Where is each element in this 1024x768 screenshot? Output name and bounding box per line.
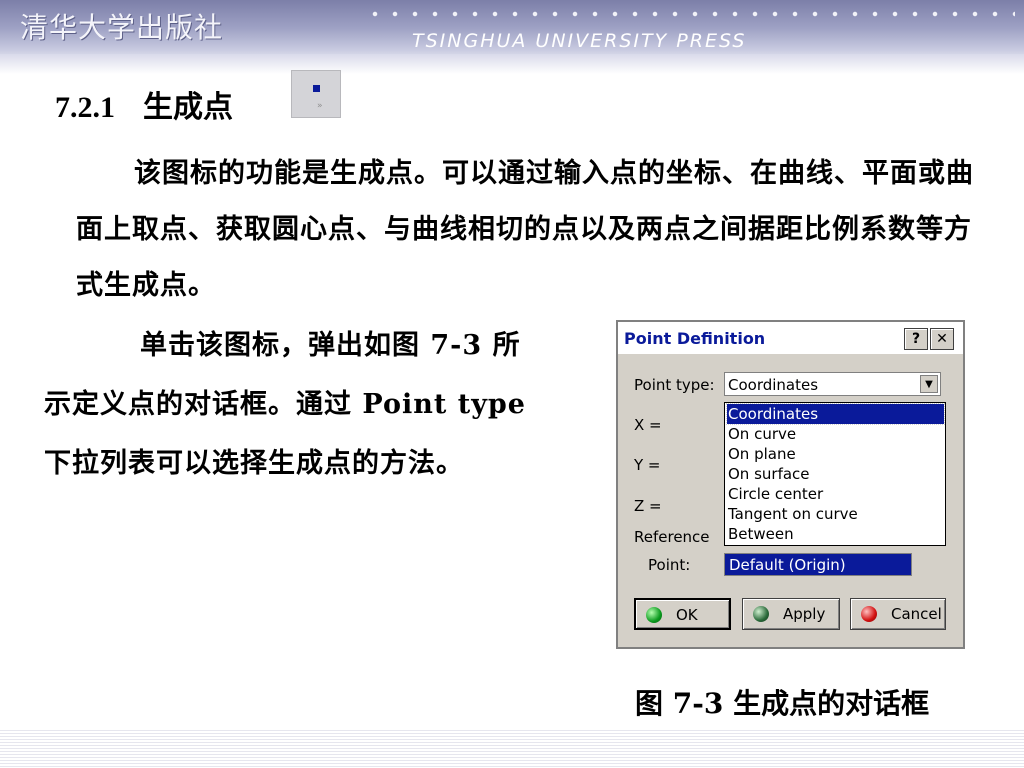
point-type-value: Coordinates bbox=[728, 376, 819, 394]
close-button[interactable]: ✕ bbox=[930, 328, 954, 350]
apply-button[interactable]: Apply bbox=[742, 598, 840, 630]
description-paragraph: 该图标的功能是生成点。可以通过输入点的坐标、在曲线、平面或曲面上取点、获取圆心点… bbox=[76, 158, 974, 301]
dialog-titlebar[interactable]: Point Definition ? ✕ bbox=[618, 322, 963, 354]
option-coordinates[interactable]: Coordinates bbox=[726, 403, 945, 425]
apply-status-icon bbox=[753, 606, 769, 622]
reference-label: Reference bbox=[634, 528, 710, 546]
footer-decoration bbox=[0, 730, 1024, 768]
x-label: X = bbox=[634, 416, 662, 434]
ok-button[interactable]: OK bbox=[634, 598, 731, 630]
reference-point-value: Default (Origin) bbox=[729, 556, 846, 574]
section-number: 7.2.1 bbox=[55, 91, 115, 124]
help-button[interactable]: ? bbox=[904, 328, 928, 350]
point-label: Point: bbox=[648, 556, 691, 574]
point-type-dropdown-list: Coordinates On curve On plane On surface… bbox=[724, 402, 946, 546]
option-circle-center[interactable]: Circle center bbox=[727, 484, 944, 504]
apply-label: Apply bbox=[783, 605, 826, 623]
instruction-line-1: 单击该图标，弹出如图 7-3 所 bbox=[140, 330, 521, 361]
option-between[interactable]: Between bbox=[727, 524, 944, 544]
option-on-plane[interactable]: On plane bbox=[727, 444, 944, 464]
option-tangent-on-curve[interactable]: Tangent on curve bbox=[727, 504, 944, 524]
instruction-line-2: 示定义点的对话框。通过 Point type bbox=[44, 389, 526, 420]
point-type-label: Point type: bbox=[634, 376, 715, 394]
cancel-button[interactable]: Cancel bbox=[850, 598, 946, 630]
instruction-line-3: 下拉列表可以选择生成点的方法。 bbox=[44, 448, 464, 479]
ok-label: OK bbox=[676, 606, 698, 624]
point-definition-dialog: Point Definition ? ✕ Point type: Coordin… bbox=[616, 320, 965, 649]
option-on-surface[interactable]: On surface bbox=[727, 464, 944, 484]
point-type-select[interactable]: Coordinates ▼ bbox=[724, 372, 941, 396]
cancel-status-icon bbox=[861, 606, 877, 622]
cancel-label: Cancel bbox=[891, 605, 942, 623]
dialog-title: Point Definition bbox=[624, 329, 766, 348]
z-label: Z = bbox=[634, 497, 662, 515]
section-title: 7.2.1 生成点 bbox=[55, 82, 233, 126]
figure-caption: 图 7-3 生成点的对话框 bbox=[635, 687, 930, 720]
chevron-down-icon[interactable]: ▼ bbox=[920, 375, 938, 393]
option-on-curve[interactable]: On curve bbox=[727, 424, 944, 444]
publisher-name-cn: 清华大学出版社 bbox=[20, 11, 224, 44]
header-banner: 清华大学出版社 TSINGHUA UNIVERSITY PRESS bbox=[0, 0, 1024, 74]
publisher-name-en: TSINGHUA UNIVERSITY PRESS bbox=[412, 30, 747, 52]
y-label: Y = bbox=[634, 456, 661, 474]
ok-status-icon bbox=[646, 607, 662, 623]
decorative-dots bbox=[365, 10, 1015, 18]
section-heading: 生成点 bbox=[143, 90, 233, 125]
point-icon: » bbox=[291, 70, 341, 118]
instruction-paragraph: 单击该图标，弹出如图 7-3 所 示定义点的对话框。通过 Point type … bbox=[44, 316, 584, 493]
reference-point-field[interactable]: Default (Origin) bbox=[724, 553, 912, 576]
